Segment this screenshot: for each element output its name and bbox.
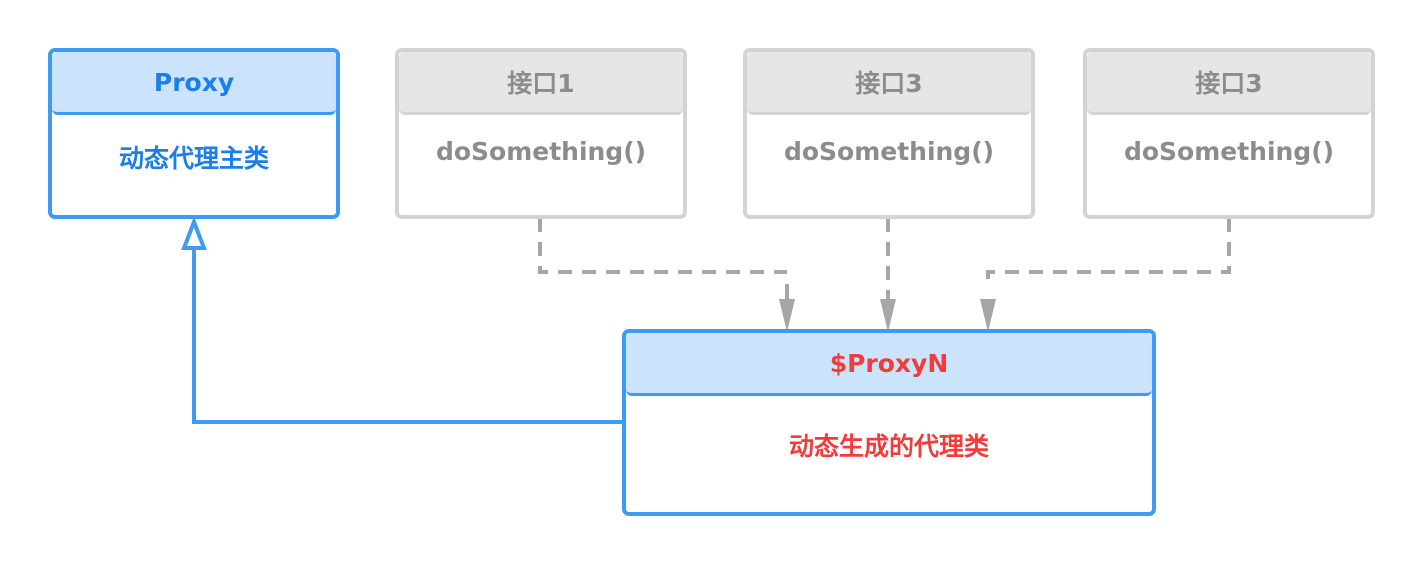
interface-title: 接口3: [1087, 52, 1371, 115]
interface-method: doSomething(): [1123, 137, 1335, 166]
proxy-class-description: 动态代理主类: [118, 144, 269, 173]
implementation-arrowhead-1-icon: [779, 299, 795, 332]
interface-box-2[interactable]: 接口3 doSomething(): [743, 48, 1035, 219]
generated-proxy-class-title: $ProxyN: [626, 333, 1152, 396]
implementation-line-1: [538, 218, 787, 274]
interface-box-1[interactable]: 接口1 doSomething(): [395, 48, 687, 219]
interface-method: doSomething(): [783, 137, 995, 166]
interface-title: 接口3: [747, 52, 1031, 115]
implementation-line-3: [986, 218, 1231, 288]
interface-title: 接口1: [399, 52, 683, 115]
interface-box-3[interactable]: 接口3 doSomething(): [1083, 48, 1375, 219]
proxy-class-box[interactable]: Proxy 动态代理主类: [48, 48, 340, 219]
interface-method: doSomething(): [435, 137, 647, 166]
implementation-arrowhead-3-icon: [980, 299, 996, 332]
generated-proxy-class-box[interactable]: $ProxyN 动态生成的代理类: [622, 329, 1156, 516]
inheritance-line: [192, 248, 625, 424]
inheritance-arrowhead-icon: [181, 216, 207, 250]
implementation-arrowhead-2-icon: [880, 299, 896, 332]
generated-proxy-class-description: 动态生成的代理类: [788, 432, 989, 461]
proxy-class-title: Proxy: [52, 52, 336, 115]
